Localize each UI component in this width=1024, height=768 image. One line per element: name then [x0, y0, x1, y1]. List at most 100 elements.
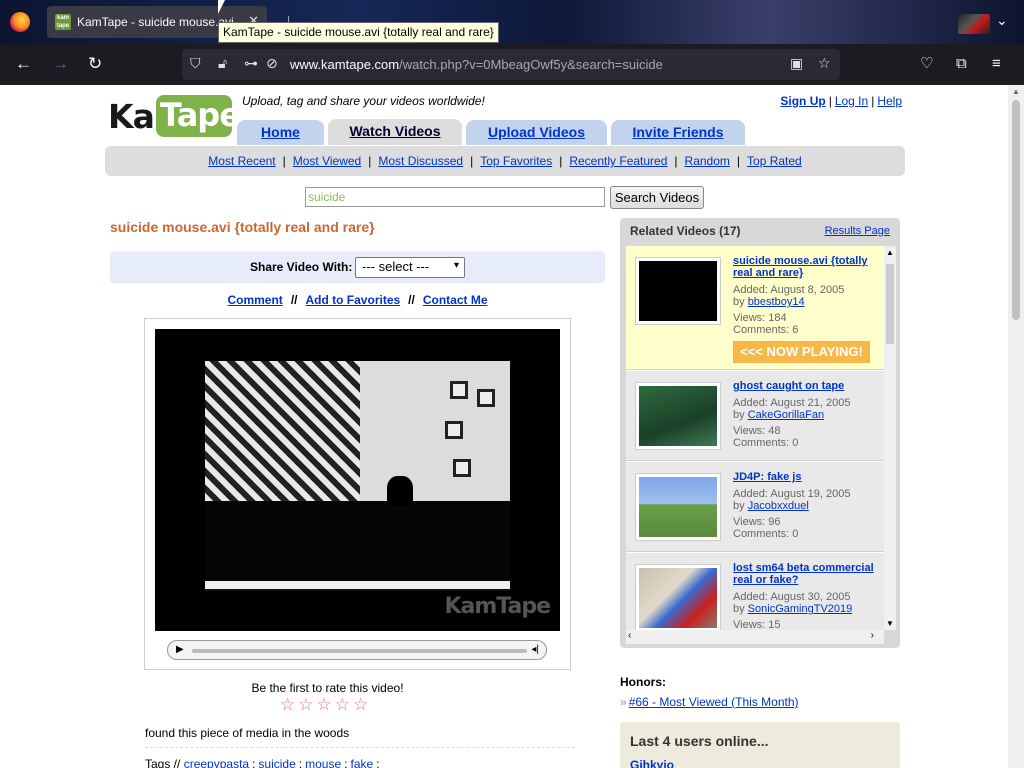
- comment-link[interactable]: Comment: [227, 293, 282, 307]
- back-arrow-icon[interactable]: ←: [15, 54, 32, 74]
- page-scrollbar[interactable]: ▲: [1008, 85, 1024, 768]
- tag-link[interactable]: mouse: [305, 757, 341, 768]
- tab-upload-videos[interactable]: Upload Videos: [466, 120, 607, 145]
- share-select[interactable]: --- select --- ▾: [355, 257, 465, 278]
- url-bar[interactable]: ⛉ 🔓︎ ⊶ ⊘ www.kamtape.com/watch.php?v=0Mb…: [182, 49, 840, 80]
- results-page-link[interactable]: Results Page: [825, 225, 890, 237]
- related-list-hscrollbar[interactable]: ‹ ›: [626, 630, 884, 644]
- related-video-title[interactable]: ghost caught on tape: [733, 380, 883, 392]
- tracking-blocked-icon[interactable]: ⊘: [266, 55, 278, 72]
- related-videos-panel: Related Videos (17) Results Page suicide…: [620, 218, 900, 648]
- uploader-link[interactable]: Jacobxxduel: [748, 500, 809, 512]
- user-links: Sign Up | Log In | Help: [780, 94, 902, 108]
- video-thumbnail[interactable]: [636, 383, 720, 449]
- search-input[interactable]: suicide: [305, 187, 605, 207]
- tag-link[interactable]: creepypasta: [184, 757, 249, 768]
- shield-icon[interactable]: ⛉: [190, 55, 201, 72]
- seek-bar[interactable]: [192, 649, 527, 653]
- reload-icon[interactable]: ↻: [88, 54, 102, 74]
- subnav-most-recent[interactable]: Most Recent: [208, 154, 275, 168]
- search-videos-button[interactable]: Search Videos: [610, 186, 704, 209]
- tag-link[interactable]: suicide: [258, 757, 295, 768]
- video-thumbnail[interactable]: [636, 565, 720, 630]
- related-videos-title: Related Videos (17): [630, 224, 741, 238]
- tab-home[interactable]: Home: [237, 120, 324, 145]
- tab-preview-thumbnail[interactable]: [958, 14, 990, 34]
- rating-stars[interactable]: ☆☆☆☆☆: [280, 695, 371, 715]
- kamtape-logo[interactable]: Kam Tape: [108, 95, 241, 139]
- mouse-cursor-icon: [218, 0, 225, 14]
- video-thumbnail[interactable]: [636, 474, 720, 540]
- scroll-up-icon[interactable]: ▲: [1012, 87, 1020, 96]
- sign-up-link[interactable]: Sign Up: [780, 94, 825, 108]
- subnav-top-rated[interactable]: Top Rated: [747, 154, 802, 168]
- share-label: Share Video With:: [250, 260, 353, 274]
- scroll-up-icon[interactable]: ▲: [886, 248, 894, 257]
- permissions-icon[interactable]: ⊶: [244, 55, 258, 72]
- subnav-most-viewed[interactable]: Most Viewed: [293, 154, 361, 168]
- honors-label: Honors:: [620, 675, 666, 689]
- lock-warning-icon[interactable]: 🔓︎: [218, 55, 227, 72]
- related-video-title[interactable]: suicide mouse.avi {totally real and rare…: [733, 255, 883, 279]
- uploader-link[interactable]: CakeGorillaFan: [748, 409, 824, 421]
- log-in-link[interactable]: Log In: [835, 94, 868, 108]
- online-user-link[interactable]: Gihkyio: [630, 758, 674, 768]
- play-icon[interactable]: ▶: [176, 644, 184, 655]
- scroll-right-icon[interactable]: ›: [871, 630, 874, 641]
- related-video-title[interactable]: lost sm64 beta commercial real or fake?: [733, 562, 883, 586]
- video-title: suicide mouse.avi {totally real and rare…: [110, 219, 375, 235]
- video-screen[interactable]: KamTape: [155, 329, 560, 631]
- scrollbar-thumb[interactable]: [1012, 100, 1020, 320]
- reader-view-icon[interactable]: ▣: [790, 55, 803, 72]
- users-online-title: Last 4 users online...: [630, 733, 769, 749]
- honor-link[interactable]: #66 - Most Viewed (This Month): [629, 695, 799, 709]
- site-tagline: Upload, tag and share your videos worldw…: [242, 94, 485, 108]
- menu-icon[interactable]: ≡: [992, 54, 1001, 74]
- help-link[interactable]: Help: [877, 94, 902, 108]
- volume-icon[interactable]: ◂|: [531, 644, 539, 655]
- url-text[interactable]: www.kamtape.com/watch.php?v=0MbeagOwf5y&…: [290, 57, 663, 72]
- uploader-link[interactable]: SonicGamingTV2019: [748, 603, 853, 615]
- uploader-link[interactable]: bbestboy14: [748, 296, 805, 308]
- list-all-tabs-icon[interactable]: ⌄: [996, 12, 1008, 29]
- forward-arrow-icon[interactable]: →: [52, 54, 69, 74]
- related-video-item[interactable]: lost sm64 beta commercial real or fake? …: [626, 553, 884, 630]
- bookmark-star-icon[interactable]: ☆: [818, 55, 831, 72]
- rate-prompt: Be the first to rate this video!: [251, 681, 404, 695]
- video-frame-image: [205, 361, 510, 591]
- mouse-figure: [387, 476, 413, 506]
- video-actions: Comment//Add to Favorites//Contact Me: [227, 293, 488, 307]
- related-video-item[interactable]: JD4P: fake js Added: August 19, 2005 by …: [626, 462, 884, 552]
- related-video-item[interactable]: ghost caught on tape Added: August 21, 2…: [626, 371, 884, 461]
- scroll-left-icon[interactable]: ‹: [628, 630, 631, 641]
- tag-link[interactable]: fake: [351, 757, 374, 768]
- video-player: KamTape ▶ ◂|: [144, 318, 571, 670]
- related-video-title[interactable]: JD4P: fake js: [733, 471, 883, 483]
- tab-tooltip: KamTape - suicide mouse.avi {totally rea…: [218, 22, 499, 43]
- tab-watch-videos[interactable]: Watch Videos: [328, 119, 462, 145]
- firefox-logo-icon[interactable]: [10, 12, 30, 32]
- users-online-box: Last 4 users online... Gihkyio: [620, 722, 900, 768]
- sub-navigation: Most Recent | Most Viewed | Most Discussed | T…: [105, 146, 905, 176]
- honors-item: » #66 - Most Viewed (This Month): [620, 695, 799, 709]
- kamtape-favicon-icon: kam tape: [55, 14, 71, 30]
- subnav-most-discussed[interactable]: Most Discussed: [378, 154, 463, 168]
- video-tags: Tags // creepypasta: suicide: mouse: fake:: [145, 757, 383, 768]
- scroll-down-icon[interactable]: ▼: [886, 619, 894, 628]
- pocket-icon[interactable]: ♡: [920, 54, 933, 74]
- subnav-recently-featured[interactable]: Recently Featured: [569, 154, 667, 168]
- video-description: found this piece of media in the woods: [145, 726, 350, 740]
- add-to-favorites-link[interactable]: Add to Favorites: [305, 293, 400, 307]
- contact-me-link[interactable]: Contact Me: [423, 293, 488, 307]
- related-videos-list: suicide mouse.avi {totally real and rare…: [626, 246, 884, 630]
- share-bar: Share Video With: --- select --- ▾: [110, 251, 605, 283]
- related-video-item[interactable]: suicide mouse.avi {totally real and rare…: [626, 246, 884, 370]
- player-controls: ▶ ◂|: [167, 640, 547, 660]
- tab-invite-friends[interactable]: Invite Friends: [611, 120, 745, 145]
- extensions-icon[interactable]: ⧉: [956, 54, 967, 74]
- related-list-scrollbar[interactable]: ▲ ▼: [884, 246, 896, 630]
- video-thumbnail[interactable]: [636, 258, 720, 324]
- chevron-down-icon: ▾: [453, 260, 459, 271]
- subnav-top-favorites[interactable]: Top Favorites: [480, 154, 552, 168]
- subnav-random[interactable]: Random: [685, 154, 730, 168]
